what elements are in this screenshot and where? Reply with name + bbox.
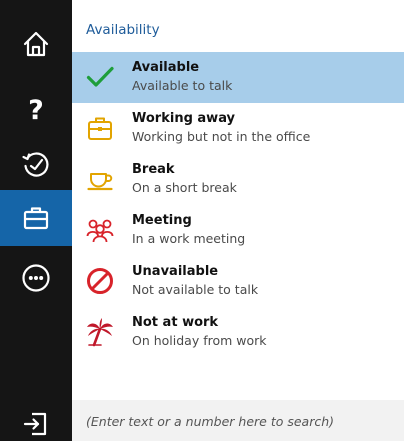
briefcase-icon: [84, 112, 116, 144]
status-item-unavailable[interactable]: Unavailable Not available to talk: [72, 256, 404, 307]
status-item-available[interactable]: Available Available to talk: [72, 52, 404, 103]
search-input[interactable]: [86, 411, 398, 431]
availability-panel: Availability Available Available to talk…: [72, 0, 404, 441]
status-description: In a work meeting: [132, 231, 246, 246]
status-description: On holiday from work: [132, 333, 267, 348]
coffee-cup-icon: [84, 163, 116, 195]
status-title: Available: [132, 60, 200, 75]
status-list: Available Available to talk Working away…: [72, 52, 404, 358]
palm-tree-icon: [84, 316, 116, 348]
status-description: Working but not in the office: [132, 129, 311, 144]
status-item-not-at-work[interactable]: Not at work On holiday from work: [72, 307, 404, 358]
home-button[interactable]: [0, 16, 72, 72]
status-title: Not at work: [132, 315, 219, 330]
status-item-meeting[interactable]: Meeting In a work meeting: [72, 205, 404, 256]
sidebar: ?: [0, 0, 72, 441]
more-button[interactable]: [0, 250, 72, 306]
more-icon: [21, 263, 51, 293]
status-item-break[interactable]: Break On a short break: [72, 154, 404, 205]
home-icon: [22, 30, 50, 58]
briefcase-icon: [22, 204, 50, 232]
search-bar: [72, 400, 404, 441]
status-description: On a short break: [132, 180, 237, 195]
status-description: Available to talk: [132, 78, 233, 93]
checkmark-icon: [84, 61, 116, 93]
help-icon: ?: [28, 94, 44, 126]
history-icon: [21, 149, 51, 179]
sign-out-button[interactable]: [0, 396, 72, 441]
status-title: Meeting: [132, 213, 192, 228]
status-item-working-away[interactable]: Working away Working but not in the offi…: [72, 103, 404, 154]
help-button[interactable]: ?: [0, 82, 72, 138]
history-button[interactable]: [0, 136, 72, 192]
no-entry-icon: [84, 265, 116, 297]
meeting-people-icon: [84, 214, 116, 246]
panel-title: Availability: [86, 22, 160, 38]
sign-out-icon: [22, 410, 50, 438]
availability-button[interactable]: [0, 190, 72, 246]
status-title: Unavailable: [132, 264, 219, 279]
status-description: Not available to talk: [132, 282, 259, 297]
status-title: Working away: [132, 111, 236, 126]
status-title: Break: [132, 162, 175, 177]
